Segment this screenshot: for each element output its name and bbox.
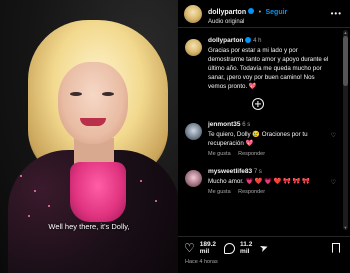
verified-badge-icon — [245, 36, 252, 43]
comment-time: 6 s — [242, 122, 251, 128]
caption-time: 4 h — [253, 38, 262, 44]
video-frame-eye — [70, 92, 82, 96]
load-more-comments-icon[interactable] — [252, 98, 264, 110]
comment-like-button[interactable]: Me gusta — [208, 189, 231, 195]
comments-list: dollyparton 4 h Gracias por estar a mi l… — [178, 29, 338, 234]
scrollbar-thumb[interactable] — [343, 36, 348, 86]
heart-icon[interactable]: ♡ — [184, 241, 195, 255]
video-player[interactable]: Well hey there, it's Dolly, — [0, 0, 178, 273]
caption-text: Gracias por estar a mi lado y por demost… — [208, 47, 329, 90]
comments-count: 11.2 — [240, 241, 253, 248]
more-horizontal-icon[interactable]: ••• — [331, 9, 342, 18]
avatar[interactable] — [185, 123, 202, 140]
post-time-ago: Hace 4 horas — [185, 259, 218, 265]
video-frame-face — [58, 62, 128, 144]
comment-username[interactable]: mysweetlife83 — [208, 168, 252, 175]
comment-heart-icon[interactable]: ♡ — [331, 179, 336, 186]
separator-dot: • — [258, 8, 262, 16]
share-icon[interactable]: ➤ — [259, 241, 271, 254]
post-header: dollyparton • Seguir Audio original ••• — [178, 0, 350, 28]
comment-time: 7 s — [253, 169, 262, 175]
video-frame-pink-top — [70, 162, 126, 222]
avatar[interactable] — [185, 39, 202, 56]
post-panel: dollyparton • Seguir Audio original ••• … — [178, 0, 350, 273]
header-username[interactable]: dollyparton — [208, 9, 246, 16]
likes-count: 189.2 — [199, 241, 217, 248]
avatar[interactable] — [184, 4, 202, 23]
comment-text: Mucho amor. 💗 ❤️ 💗 ❤️ 🎀 🎀 🎀 — [208, 178, 310, 185]
video-frame-mouth — [80, 118, 106, 126]
comment-heart-icon[interactable]: ♡ — [331, 132, 336, 139]
scroll-up-arrow-icon[interactable]: ▲ — [343, 30, 348, 35]
verified-badge-icon — [248, 8, 255, 15]
likes-unit: mil — [199, 248, 210, 255]
avatar[interactable] — [185, 170, 202, 187]
comment-text: Te quiero, Dolly 😢 Oraciones por tu recu… — [208, 131, 308, 147]
comment-like-button[interactable]: Me gusta — [208, 151, 231, 157]
follow-button[interactable]: Seguir — [265, 9, 287, 16]
video-caption: Well hey there, it's Dolly, — [48, 222, 130, 231]
comments-unit: mil — [240, 248, 250, 255]
comment-reply-button[interactable]: Responder — [238, 189, 265, 195]
post-caption: dollyparton 4 h Gracias por estar a mi l… — [178, 36, 338, 91]
audio-label[interactable]: Audio original — [208, 19, 287, 26]
scroll-down-arrow-icon[interactable]: ▼ — [343, 225, 348, 230]
comment-item: jenmont35 6 s Te quiero, Dolly 😢 Oracion… — [178, 120, 338, 157]
video-frame-eye — [102, 92, 114, 96]
comment-reply-button[interactable]: Responder — [238, 151, 265, 157]
comment-icon[interactable] — [224, 242, 236, 254]
comment-username[interactable]: jenmont35 — [208, 121, 241, 128]
comment-item: mysweetlife83 7 s Mucho amor. 💗 ❤️ 💗 ❤️ … — [178, 167, 338, 195]
comments-scrollbar[interactable]: ▲ ▼ — [343, 30, 348, 230]
caption-username[interactable]: dollyparton — [208, 37, 243, 44]
action-bar: ♡ 189.2 mil 11.2 mil ➤ Hace 4 horas — [178, 236, 350, 273]
